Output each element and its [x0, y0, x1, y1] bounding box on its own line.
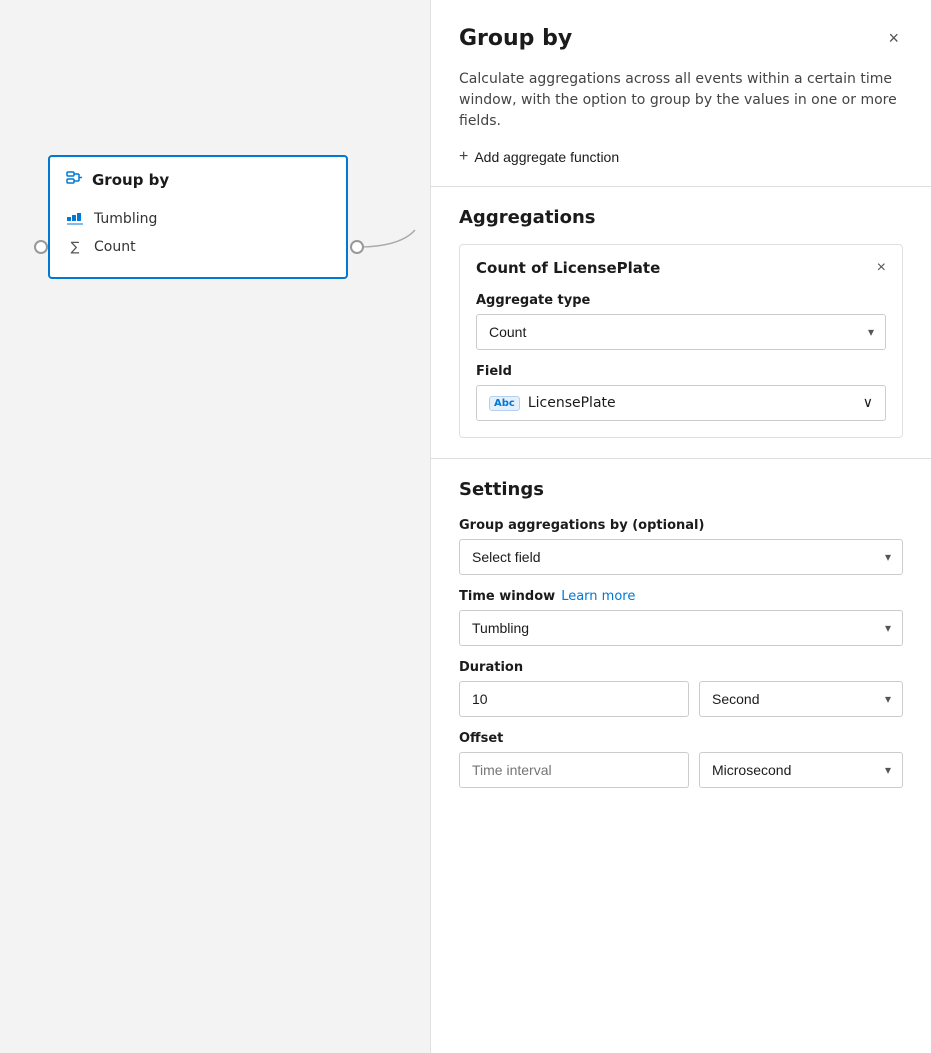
node-title: Group by: [92, 171, 169, 189]
duration-input[interactable]: 10: [459, 681, 689, 717]
aggregate-type-label: Aggregate type: [476, 293, 886, 308]
group-by-dropdown-wrapper: Select field ▾: [459, 539, 903, 575]
sigma-icon: ∑: [66, 240, 84, 255]
tumbling-icon: [66, 213, 84, 225]
group-by-select[interactable]: Select field: [459, 539, 903, 575]
count-label: Count: [94, 239, 136, 255]
offset-unit-wrapper: Microsecond Millisecond Second Minute Ho…: [699, 752, 903, 788]
panel-title: Group by: [459, 26, 572, 51]
panel-header: Group by ×: [431, 0, 931, 69]
group-by-node[interactable]: Group by Tumbling ∑ Count: [48, 155, 348, 279]
time-window-select[interactable]: Tumbling Hopping Sliding Session: [459, 610, 903, 646]
duration-label: Duration: [459, 660, 903, 675]
node-header: Group by: [66, 169, 330, 191]
add-aggregate-label: Add aggregate function: [474, 149, 619, 165]
add-aggregate-function-button[interactable]: + Add aggregate function: [459, 148, 903, 166]
connector-left: [34, 240, 48, 254]
group-by-icon: [66, 169, 84, 191]
settings-section: Settings Group aggregations by (optional…: [431, 458, 931, 808]
abc-badge: Abc: [489, 396, 520, 411]
panel-description: Calculate aggregations across all events…: [431, 69, 931, 148]
time-window-label-wrapper: Time window Learn more: [459, 589, 903, 604]
aggregation-card-title: Count of LicensePlate: [476, 259, 660, 277]
field-select-button[interactable]: Abc LicensePlate ∨: [476, 385, 886, 421]
settings-title: Settings: [459, 479, 903, 500]
aggregate-type-dropdown-wrapper: Count Sum Average Min Max ▾: [476, 314, 886, 350]
plus-icon: +: [459, 148, 468, 166]
field-chevron-icon: ∨: [863, 395, 873, 411]
learn-more-link[interactable]: Learn more: [561, 589, 635, 604]
divider-1: [431, 186, 931, 187]
aggregation-card: Count of LicensePlate × Aggregate type C…: [459, 244, 903, 438]
duration-row: 10 Second Minute Hour ▾: [459, 681, 903, 717]
group-by-field-label: Group aggregations by (optional): [459, 518, 903, 533]
offset-row: Microsecond Millisecond Second Minute Ho…: [459, 752, 903, 788]
aggregation-card-header: Count of LicensePlate ×: [476, 259, 886, 277]
connector-right: [350, 240, 364, 254]
duration-unit-wrapper: Second Minute Hour ▾: [699, 681, 903, 717]
field-label: Field: [476, 364, 886, 379]
panel-close-button[interactable]: ×: [884, 24, 903, 53]
tumbling-label: Tumbling: [94, 211, 157, 227]
canvas-area: Group by Tumbling ∑ Count: [0, 0, 430, 1053]
time-window-label: Time window: [459, 589, 555, 604]
aggregations-section-title: Aggregations: [431, 207, 931, 228]
duration-unit-select[interactable]: Second Minute Hour: [699, 681, 903, 717]
time-window-dropdown-wrapper: Tumbling Hopping Sliding Session ▾: [459, 610, 903, 646]
field-value: LicensePlate: [528, 395, 616, 411]
field-dropdown-left: Abc LicensePlate: [489, 395, 616, 411]
tumbling-item: Tumbling: [66, 205, 330, 233]
offset-input[interactable]: [459, 752, 689, 788]
remove-aggregation-button[interactable]: ×: [877, 259, 886, 277]
offset-unit-select[interactable]: Microsecond Millisecond Second Minute Ho…: [699, 752, 903, 788]
aggregate-type-select[interactable]: Count Sum Average Min Max: [476, 314, 886, 350]
count-item: ∑ Count: [66, 233, 330, 261]
offset-label: Offset: [459, 731, 903, 746]
right-panel: Group by × Calculate aggregations across…: [430, 0, 931, 1053]
